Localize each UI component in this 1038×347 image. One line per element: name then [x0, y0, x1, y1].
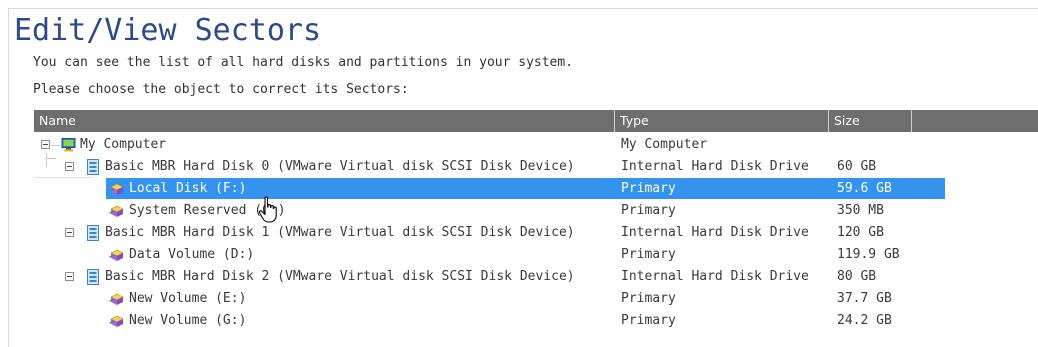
column-header-size[interactable]: Size: [829, 110, 911, 132]
row-size: 37.7 GB: [837, 291, 892, 306]
collapse-toggle[interactable]: [65, 228, 74, 237]
row-name: Basic MBR Hard Disk 0 (VMware Virtual di…: [105, 159, 575, 174]
tree-row-disk-2[interactable]: Basic MBR Hard Disk 2 (VMware Virtual di…: [34, 266, 1038, 288]
row-type: My Computer: [621, 137, 708, 152]
row-type: Internal Hard Disk Drive: [621, 269, 809, 284]
row-size: 119.9 GB: [837, 247, 900, 262]
hard-disk-icon: [87, 269, 99, 285]
row-type: Internal Hard Disk Drive: [621, 225, 809, 240]
row-type: Primary: [621, 203, 676, 218]
collapse-toggle[interactable]: [41, 140, 50, 149]
row-size: 59.6 GB: [837, 181, 892, 196]
partition-icon: [109, 293, 124, 305]
row-size: 350 MB: [837, 203, 884, 218]
partition-icon: [109, 249, 124, 261]
partition-icon: [109, 183, 124, 195]
row-name: New Volume (G:): [129, 313, 247, 328]
tree-row-system-reserved[interactable]: System Reserved (C:) Primary 350 MB: [34, 200, 1038, 222]
row-size: 60 GB: [837, 159, 877, 174]
row-size: 120 GB: [837, 225, 884, 240]
hard-disk-icon: [87, 159, 99, 175]
tree-row-new-volume-g[interactable]: New Volume (G:) Primary 24.2 GB: [34, 310, 1038, 332]
tree-row-disk-0[interactable]: Basic MBR Hard Disk 0 (VMware Virtual di…: [34, 156, 1038, 178]
row-type: Primary: [621, 313, 676, 328]
row-name: Data Volume (D:): [129, 247, 255, 262]
tree-row-my-computer[interactable]: My Computer My Computer: [34, 134, 1038, 156]
column-separator[interactable]: [911, 110, 912, 132]
instruction-choose-text: Please choose the object to correct its …: [33, 82, 409, 97]
frame-left-border: [8, 8, 9, 347]
frame-top-border: [8, 8, 1038, 9]
row-name: My Computer: [80, 137, 167, 152]
instruction-text: You can see the list of all hard disks a…: [33, 55, 574, 70]
column-header-name[interactable]: Name: [34, 110, 614, 132]
page-title: Edit/View Sectors: [14, 13, 322, 48]
row-name: Basic MBR Hard Disk 2 (VMware Virtual di…: [105, 269, 575, 284]
tree-row-new-volume-e[interactable]: New Volume (E:) Primary 37.7 GB: [34, 288, 1038, 310]
row-type: Primary: [621, 181, 676, 196]
hard-disk-icon: [87, 225, 99, 241]
disk-tree-table[interactable]: Name Type Size My Computer My Computer B…: [34, 110, 1038, 347]
row-name: Basic MBR Hard Disk 1 (VMware Virtual di…: [105, 225, 575, 240]
partition-icon: [109, 205, 124, 217]
row-type: Primary: [621, 291, 676, 306]
table-header: Name Type Size: [34, 110, 1038, 132]
column-header-type[interactable]: Type: [615, 110, 828, 132]
row-size: 24.2 GB: [837, 313, 892, 328]
row-size: 80 GB: [837, 269, 877, 284]
tree-row-local-disk-f[interactable]: Local Disk (F:) Primary 59.6 GB: [34, 178, 1038, 200]
tree-connector: [51, 145, 60, 146]
tree-row-data-volume-d[interactable]: Data Volume (D:) Primary 119.9 GB: [34, 244, 1038, 266]
collapse-toggle[interactable]: [65, 162, 74, 171]
hand-cursor-icon: [258, 196, 277, 223]
row-name: New Volume (E:): [129, 291, 247, 306]
tree-row-disk-1[interactable]: Basic MBR Hard Disk 1 (VMware Virtual di…: [34, 222, 1038, 244]
collapse-toggle[interactable]: [65, 272, 74, 281]
row-type: Primary: [621, 247, 676, 262]
row-name: Local Disk (F:): [129, 181, 247, 196]
partition-icon: [109, 315, 124, 327]
computer-icon: [61, 138, 76, 152]
row-type: Internal Hard Disk Drive: [621, 159, 809, 174]
